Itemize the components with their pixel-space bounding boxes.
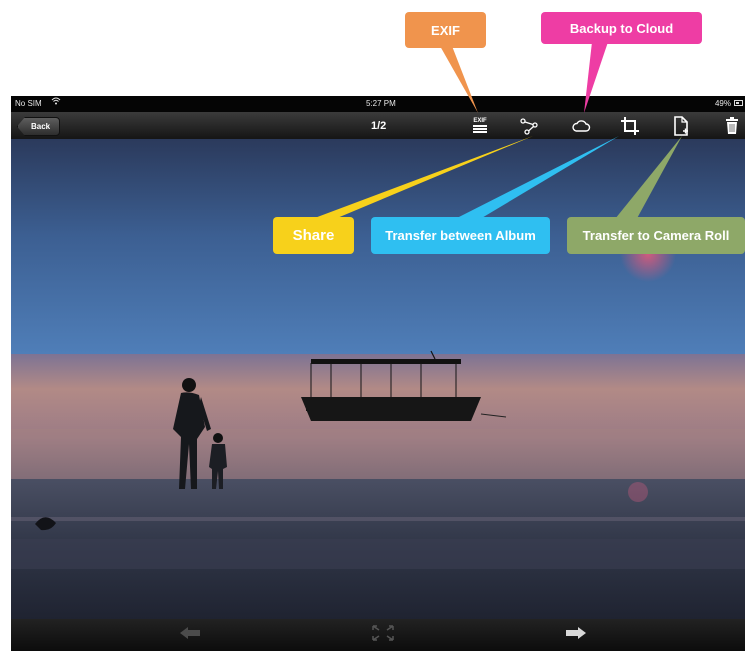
backup-cloud-callout: Backup to Cloud [541,12,702,44]
backup-cloud-button[interactable] [571,116,591,136]
camera-roll-callout: Transfer to Camera Roll [567,217,745,254]
status-bar: No SIM 5:27 PM 49% [11,96,745,112]
back-button[interactable]: Back [17,117,61,136]
carrier-label: No SIM [15,99,42,108]
battery-percent: 49% [714,99,731,108]
battery-icon [734,100,743,106]
camera-roll-button[interactable] [671,116,691,136]
arrow-right-icon [564,626,588,645]
transfer-album-callout: Transfer between Album [371,217,550,254]
fullscreen-button[interactable] [369,624,397,643]
delete-button[interactable] [722,116,742,136]
beach-sunset-photo [11,139,745,619]
previous-photo-button[interactable] [176,626,204,645]
next-photo-button[interactable] [562,626,590,645]
exif-button[interactable]: EXIF [470,116,490,136]
bottom-toolbar [11,619,745,651]
transfer-album-button[interactable] [620,116,640,136]
share-icon [519,117,539,135]
trash-icon [725,117,739,135]
exif-callout: EXIF [405,12,486,48]
exif-icon-label: EXIF [473,118,487,124]
export-icon [673,116,689,136]
share-button[interactable] [519,116,539,136]
photo-toolbar: Back 1/2 EXIF [11,112,745,139]
photo-counter: 1/2 [371,120,387,132]
share-callout: Share [273,217,354,254]
status-time: 5:27 PM [366,99,396,108]
cloud-icon [571,119,591,133]
arrow-left-icon [178,626,202,645]
crop-icon [620,116,640,136]
wifi-icon [51,97,61,107]
fullscreen-icon [371,624,395,647]
ipad-screen: No SIM 5:27 PM 49% Back 1/2 EXIF [11,96,745,651]
photo-viewer[interactable] [11,139,745,619]
exif-icon [473,125,487,127]
